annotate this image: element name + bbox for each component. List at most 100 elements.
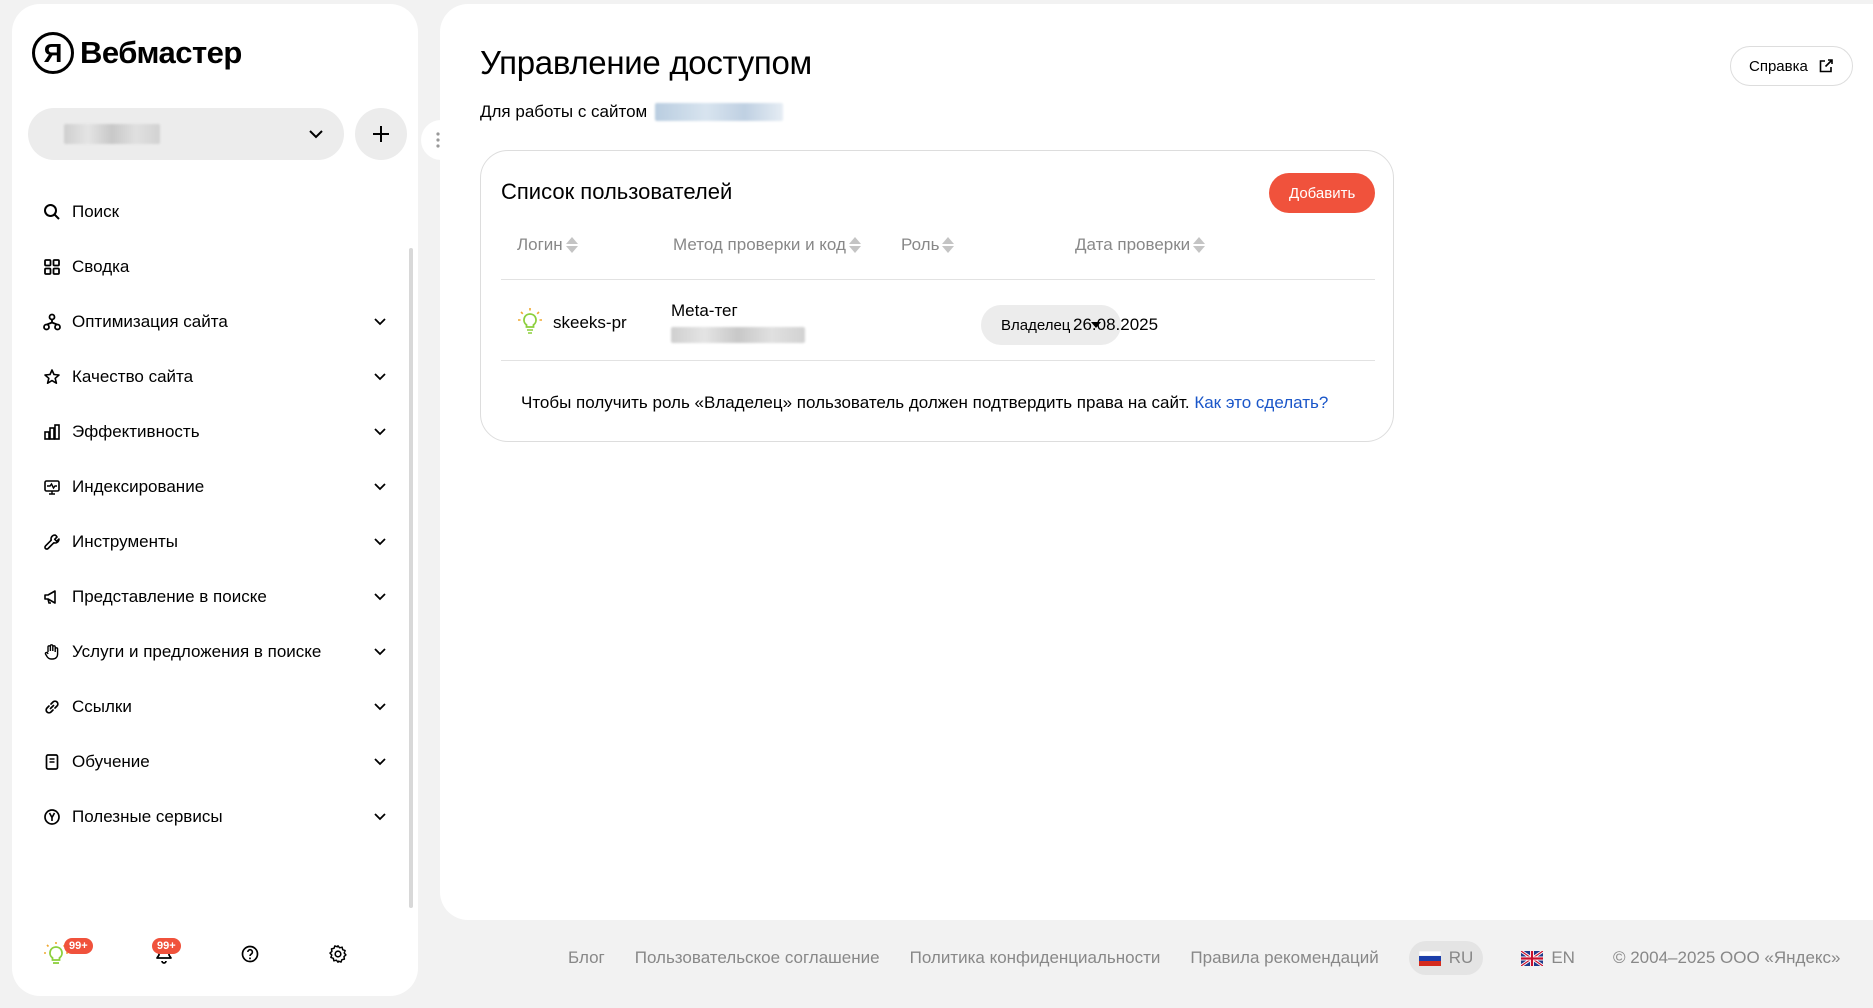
footer-link-blog[interactable]: Блог bbox=[568, 948, 605, 968]
column-header-role[interactable]: Роль bbox=[901, 235, 955, 255]
lang-ru-label: RU bbox=[1448, 948, 1474, 967]
copyright: © 2004–2025 ООО «Яндекс» bbox=[1612, 948, 1841, 967]
sort-icon bbox=[848, 236, 862, 254]
dashboard-icon bbox=[42, 257, 62, 277]
sidebar-item-label: Индексирование bbox=[72, 476, 205, 496]
column-header-label: Роль bbox=[901, 235, 940, 254]
sidebar-scrollbar[interactable] bbox=[409, 248, 413, 908]
site-name-hidden bbox=[655, 103, 784, 121]
column-header-method[interactable]: Метод проверки и код bbox=[673, 235, 862, 255]
verification-method: Meta-тег bbox=[671, 301, 738, 320]
sidebar-item-quality[interactable]: Качество сайта bbox=[12, 349, 410, 404]
sidebar-item-tools[interactable]: Инструменты bbox=[12, 514, 410, 569]
sidebar-item-label: Полезные сервисы bbox=[72, 806, 223, 826]
subtitle-text: Для работы с сайтом bbox=[480, 102, 648, 121]
sidebar-item-label: Сводка bbox=[72, 256, 130, 276]
help-button[interactable] bbox=[236, 940, 264, 968]
column-header-label: Метод проверки и код bbox=[673, 235, 846, 254]
users-card: Список пользователей Добавить Логин Мето… bbox=[480, 150, 1394, 442]
sidebar-item-efficiency[interactable]: Эффективность bbox=[12, 404, 410, 459]
footer-link-user-agreement[interactable]: Пользовательское соглашение bbox=[635, 948, 880, 968]
help-label: Справка bbox=[1749, 57, 1808, 75]
plus-icon bbox=[373, 126, 389, 142]
lang-en-button[interactable]: EN bbox=[1511, 941, 1585, 975]
sidebar-item-search-appearance[interactable]: Представление в поиске bbox=[12, 569, 410, 624]
brand-name: Вебмастер bbox=[80, 35, 242, 70]
sidebar-item-learning[interactable]: Обучение bbox=[12, 734, 410, 789]
sidebar-item-label: Услуги и предложения в поиске bbox=[72, 641, 322, 661]
user-avatar-lightbulb-icon bbox=[517, 307, 543, 340]
tips-badge: 99+ bbox=[64, 938, 93, 954]
sidebar-item-label: Представление в поиске bbox=[72, 586, 267, 606]
chevron-down-icon bbox=[370, 477, 390, 497]
footer-link-privacy[interactable]: Политика конфиденциальности bbox=[910, 948, 1161, 968]
verification-date: 26.08.2025 bbox=[1073, 315, 1159, 334]
external-link-icon bbox=[1819, 59, 1833, 73]
column-header-date[interactable]: Дата проверки bbox=[1075, 235, 1206, 255]
sort-icon bbox=[565, 236, 579, 254]
sidebar-nav: Поиск Сводка Оптимизация сайта Качество … bbox=[12, 184, 410, 844]
chevron-down-icon bbox=[370, 642, 390, 662]
add-user-button[interactable]: Добавить bbox=[1269, 173, 1376, 213]
sidebar-item-indexing[interactable]: Индексирование bbox=[12, 459, 410, 514]
notifications-badge: 99+ bbox=[152, 938, 181, 954]
sidebar-item-summary[interactable]: Сводка bbox=[12, 239, 410, 294]
role-select-value: Владелец bbox=[1001, 316, 1071, 334]
column-header-login[interactable]: Логин bbox=[517, 235, 579, 255]
owner-role-note: Чтобы получить роль «Владелец» пользоват… bbox=[521, 393, 1328, 413]
lang-en-label: EN bbox=[1551, 948, 1575, 967]
uk-flag-icon bbox=[1521, 950, 1544, 966]
sidebar-bottom-bar: 99+ 99+ bbox=[12, 924, 418, 984]
megaphone-icon bbox=[42, 587, 62, 607]
user-login: skeeks-pr bbox=[553, 313, 627, 332]
yandex-circle-icon bbox=[42, 807, 62, 827]
sidebar-item-label: Обучение bbox=[72, 751, 150, 771]
bar-chart-icon bbox=[42, 422, 62, 442]
wrench-icon bbox=[42, 532, 62, 552]
book-icon bbox=[42, 752, 62, 772]
chevron-down-icon bbox=[370, 312, 390, 332]
divider bbox=[501, 360, 1375, 361]
hand-icon bbox=[42, 642, 62, 662]
sort-icon bbox=[1192, 236, 1206, 254]
sidebar-item-useful-services[interactable]: Полезные сервисы bbox=[12, 789, 410, 844]
gear-icon bbox=[329, 945, 347, 963]
chevron-down-icon bbox=[370, 422, 390, 442]
star-icon bbox=[42, 367, 62, 387]
sidebar-item-label: Ссылки bbox=[72, 696, 132, 716]
page-subtitle: Для работы с сайтом bbox=[480, 102, 784, 122]
sidebar-item-label: Качество сайта bbox=[72, 366, 194, 386]
sort-icon bbox=[941, 236, 955, 254]
footer-link-recommendation-rules[interactable]: Правила рекомендаций bbox=[1190, 948, 1378, 968]
logo[interactable]: Я Вебмастер bbox=[32, 32, 242, 74]
russia-flag-icon bbox=[1418, 950, 1441, 966]
sidebar-item-optimization[interactable]: Оптимизация сайта bbox=[12, 294, 410, 349]
add-site-button[interactable] bbox=[355, 108, 407, 160]
sidebar-item-links[interactable]: Ссылки bbox=[12, 679, 410, 734]
main-content: Управление доступом Для работы с сайтом … bbox=[440, 4, 1873, 920]
chevron-down-icon bbox=[370, 752, 390, 772]
divider bbox=[501, 279, 1375, 280]
chevron-down-icon bbox=[370, 367, 390, 387]
lang-ru-button[interactable]: RU bbox=[1408, 941, 1484, 975]
settings-button[interactable] bbox=[324, 940, 352, 968]
sitemap-icon bbox=[42, 312, 62, 332]
footer: Блог Пользовательское соглашение Политик… bbox=[568, 940, 1841, 976]
sidebar-item-services[interactable]: Услуги и предложения в поиске bbox=[12, 624, 410, 679]
note-text: Чтобы получить роль «Владелец» пользоват… bbox=[521, 393, 1190, 412]
question-icon bbox=[241, 945, 259, 963]
column-header-label: Дата проверки bbox=[1075, 235, 1191, 254]
column-header-label: Логин bbox=[517, 235, 563, 254]
sidebar-item-label: Эффективность bbox=[72, 421, 200, 441]
chevron-down-icon bbox=[370, 807, 390, 827]
chevron-down-icon bbox=[306, 124, 326, 144]
verification-code-hidden bbox=[671, 327, 805, 343]
sidebar-item-search[interactable]: Поиск bbox=[12, 184, 410, 239]
page-title: Управление доступом bbox=[480, 44, 812, 81]
chevron-down-icon bbox=[370, 587, 390, 607]
chevron-down-icon bbox=[370, 532, 390, 552]
help-link-button[interactable]: Справка bbox=[1730, 46, 1853, 86]
site-select[interactable] bbox=[28, 108, 344, 160]
site-select-value bbox=[64, 124, 160, 144]
how-to-link[interactable]: Как это сделать? bbox=[1194, 393, 1328, 412]
